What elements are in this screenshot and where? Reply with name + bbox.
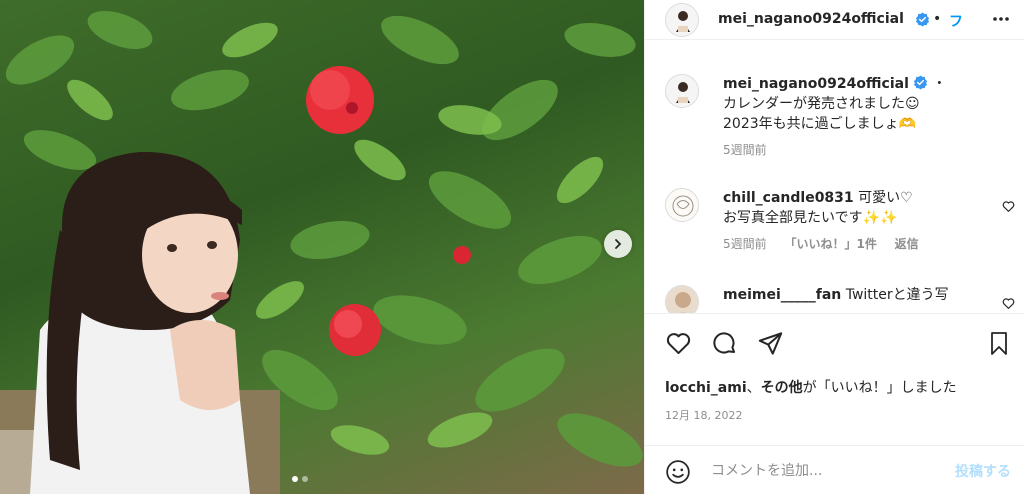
more-horizontal-icon[interactable] bbox=[991, 9, 1011, 29]
likes-suffix: が「いいね！」しました bbox=[802, 380, 957, 396]
post-side-panel: mei_nagano0924official • フ mei_nagano092… bbox=[644, 0, 1024, 494]
reply-button[interactable]: 返信 bbox=[895, 237, 919, 251]
chevron-right-icon bbox=[615, 239, 622, 249]
carousel-next-button[interactable] bbox=[604, 230, 632, 258]
author-avatar[interactable] bbox=[665, 3, 699, 37]
share-icon[interactable] bbox=[757, 330, 784, 357]
like-heart-icon[interactable] bbox=[665, 330, 692, 357]
caption-line-2: 2023年も共に過ごしましょ🫶 bbox=[723, 116, 917, 132]
post-header: mei_nagano0924official • フ bbox=[645, 0, 1024, 40]
avatar-image bbox=[666, 75, 698, 107]
verified-badge-icon bbox=[915, 12, 930, 27]
comment-input[interactable] bbox=[711, 459, 931, 483]
caption-line-1: カレンダーが発売されました☺ bbox=[723, 96, 920, 112]
avatar-image bbox=[666, 189, 698, 221]
post-actions bbox=[665, 330, 1011, 360]
emoji-icon[interactable] bbox=[665, 459, 691, 485]
caption-age: 5週間前 bbox=[723, 143, 767, 157]
carousel-dot bbox=[302, 476, 308, 482]
comment-text-1: 可愛い♡ bbox=[858, 190, 913, 206]
comment-username[interactable]: meimei_____fan bbox=[723, 287, 841, 303]
caption-avatar[interactable] bbox=[665, 74, 699, 108]
comment-icon[interactable] bbox=[711, 330, 738, 357]
post-date: 12月 18, 2022 bbox=[665, 409, 743, 422]
comment-heart-icon[interactable] bbox=[1002, 200, 1015, 213]
photo-image bbox=[0, 10, 643, 494]
follow-button[interactable]: フ bbox=[949, 11, 963, 31]
divider bbox=[645, 313, 1024, 314]
likes-separator: 、 bbox=[746, 380, 761, 396]
likes-others[interactable]: その他 bbox=[761, 380, 803, 396]
header-separator: • bbox=[933, 11, 942, 27]
likes-summary: locchi_ami、その他が「いいね！」しました bbox=[665, 377, 957, 397]
avatar-image bbox=[666, 4, 698, 36]
author-username[interactable]: mei_nagano0924official bbox=[718, 11, 904, 27]
verified-badge-icon bbox=[913, 75, 927, 90]
comment-text-1: Twitterと違う写 bbox=[845, 287, 949, 303]
liker-username[interactable]: locchi_ami bbox=[665, 380, 747, 396]
comment-heart-icon[interactable] bbox=[1002, 297, 1015, 310]
divider bbox=[645, 445, 1024, 446]
carousel-dot-active bbox=[292, 476, 298, 482]
avatar-image bbox=[666, 286, 698, 313]
comment-age: 5週間前 bbox=[723, 237, 767, 251]
comment-likes[interactable]: 「いいね！」1件 bbox=[784, 237, 876, 251]
caption-dot: ・ bbox=[932, 76, 947, 92]
bookmark-icon[interactable] bbox=[987, 330, 1011, 357]
commenter-avatar[interactable] bbox=[665, 188, 699, 222]
carousel-indicator bbox=[292, 476, 308, 482]
post-photo[interactable] bbox=[0, 0, 644, 494]
commenter-avatar[interactable] bbox=[665, 285, 699, 313]
caption-username[interactable]: mei_nagano0924official bbox=[723, 76, 909, 92]
post-comment-button[interactable]: 投稿する bbox=[955, 461, 1011, 481]
comment-text-2: お写真全部見たいです✨✨ bbox=[723, 210, 898, 226]
comment-username[interactable]: chill_candle0831 bbox=[723, 190, 854, 206]
comments-list[interactable]: mei_nagano0924official ・ カレンダーが発売されました☺ … bbox=[645, 41, 1024, 313]
add-comment-bar: 投稿する bbox=[645, 448, 1024, 494]
